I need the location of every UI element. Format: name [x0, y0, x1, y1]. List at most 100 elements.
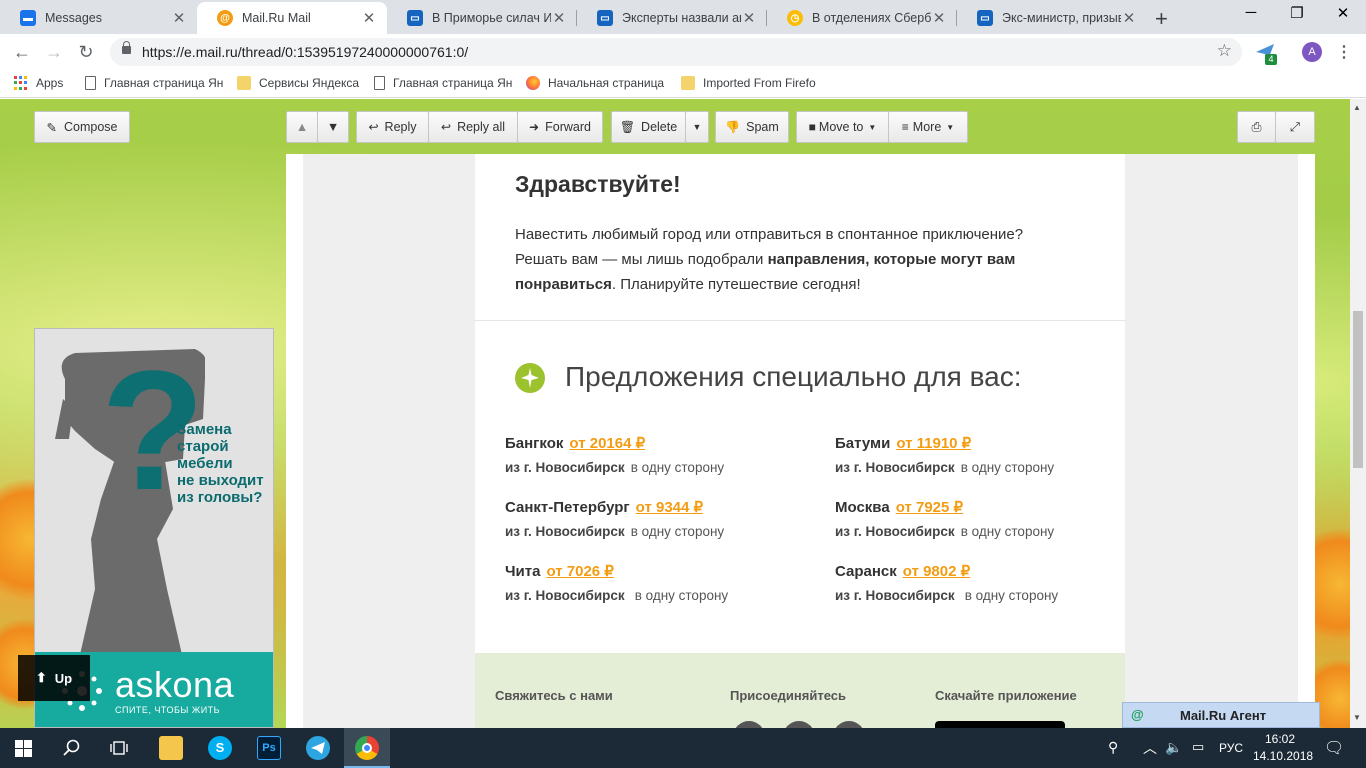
bookmark-star-icon[interactable]: ☆ [1217, 41, 1232, 61]
reply-all-label: Reply all [457, 120, 505, 134]
restore-icon[interactable]: ❐ [1274, 4, 1320, 28]
chevron-down-icon: ▼ [946, 122, 955, 132]
close-tab-icon[interactable]: ✕ [741, 9, 757, 27]
bookmark-label: Начальная страница [548, 76, 665, 90]
tab-ex-minister-news[interactable]: ▭ Экс-министр, призыва ✕ [957, 2, 1147, 34]
back-icon[interactable]: ← [10, 40, 34, 64]
bookmark-label: Imported From Firefo [703, 76, 816, 90]
scroll-down-arrow-icon[interactable]: ▼ [1353, 713, 1361, 722]
folder-icon [237, 76, 251, 90]
close-tab-icon[interactable]: ✕ [551, 9, 567, 27]
bookmark-yandex-services[interactable]: Сервисы Яндекса [237, 76, 359, 90]
offer-price-link[interactable]: от 20164 ₽ [569, 435, 645, 452]
close-tab-icon[interactable]: ✕ [931, 9, 947, 27]
network-icon[interactable]: ▭ [1192, 739, 1204, 755]
tab-messages[interactable]: ▬ Messages ✕ [0, 2, 197, 34]
move-to-label: Move to [818, 120, 864, 134]
app-store-badge[interactable] [935, 721, 1065, 728]
more-button[interactable]: ≡ More ▼ [888, 111, 968, 143]
telegram-icon[interactable] [306, 736, 330, 760]
news-icon: ▭ [977, 10, 993, 26]
bookmark-label: Apps [36, 76, 64, 90]
tab-title: В отделениях Сбербан [812, 11, 931, 25]
offer-price-link[interactable]: от 11910 ₽ [896, 435, 971, 452]
photoshop-icon[interactable]: Ps [257, 736, 281, 760]
print-button[interactable]: ⎙ [1237, 111, 1276, 143]
folder-icon: ■ [808, 120, 816, 134]
reply-all-button[interactable]: ↩ Reply all [428, 111, 518, 143]
close-window-icon[interactable]: ✕ [1320, 4, 1366, 28]
close-tab-icon[interactable]: ✕ [361, 9, 377, 27]
mailru-agent-bar[interactable]: @ Mail.Ru Агент [1122, 702, 1320, 728]
compose-button[interactable]: ✎ Compose [34, 111, 130, 143]
skype-icon[interactable]: S [208, 736, 232, 760]
bookmark-yandex-home-2[interactable]: Главная страница Ян [374, 76, 512, 90]
task-view-icon[interactable] [110, 739, 128, 757]
clock-date[interactable]: 14.10.2018 [1253, 749, 1313, 763]
clock-time[interactable]: 16:02 [1265, 732, 1295, 746]
url-text[interactable]: https://e.mail.ru/thread/0:1539519724000… [142, 44, 468, 60]
reload-icon[interactable]: ↻ [74, 40, 98, 64]
search-icon[interactable] [63, 739, 81, 757]
forward-icon[interactable]: → [42, 40, 66, 64]
ad-text-line: не выходит [177, 472, 264, 489]
close-tab-icon[interactable]: ✕ [171, 9, 187, 27]
bookmark-yandex-home[interactable]: Главная страница Ян [85, 76, 223, 90]
file-explorer-icon[interactable] [159, 736, 183, 760]
expand-button[interactable]: ⤢ [1275, 111, 1315, 143]
offer-price-link[interactable]: от 9802 ₽ [903, 563, 970, 580]
reply-label: Reply [384, 120, 417, 134]
delete-button[interactable]: 🗑 Delete [611, 111, 686, 143]
avatar[interactable]: A [1302, 42, 1322, 62]
chrome-icon[interactable] [355, 736, 379, 760]
bookmark-start-page[interactable]: Начальная страница [526, 76, 664, 90]
page-scrollbar[interactable]: ▲ ▼ [1350, 99, 1366, 728]
offer-price-link[interactable]: от 7925 ₽ [896, 499, 963, 516]
minimize-icon[interactable]: ─ [1228, 4, 1274, 28]
bookmark-imported-firefox[interactable]: Imported From Firefo [681, 76, 816, 90]
offer-city: Москва [835, 499, 890, 516]
social-icon[interactable] [833, 721, 865, 728]
offer-direction: в одну сторону [630, 460, 725, 475]
delete-dropdown-button[interactable]: ▼ [685, 111, 709, 143]
address-bar[interactable]: https://e.mail.ru/thread/0:1539519724000… [110, 38, 1242, 66]
volume-icon[interactable]: 🔈 [1165, 739, 1182, 756]
tab-experts-news[interactable]: ▭ Эксперты назвали авто ✕ [577, 2, 767, 34]
offer-direction: в одну сторону [964, 588, 1059, 603]
windows-start-icon[interactable] [15, 740, 32, 757]
new-tab-button[interactable]: + [1155, 6, 1168, 32]
keyboard-language[interactable]: РУС [1219, 741, 1243, 755]
offer-price-link[interactable]: от 9344 ₽ [636, 499, 703, 516]
compose-label: Compose [63, 120, 118, 134]
next-message-button[interactable]: ▼ [317, 111, 349, 143]
notifications-icon[interactable]: 🗨 [1324, 738, 1344, 758]
tab-primorye-news[interactable]: ▭ В Приморье силач Ива ✕ [387, 2, 577, 34]
agent-label: Mail.Ru Агент [1180, 708, 1267, 723]
ad-text-line: старой [177, 438, 229, 455]
scroll-up-button[interactable]: ⬆ Up [18, 655, 90, 701]
offer-item: Саранск от 9802 ₽ из г. Новосибирск в одну… [835, 562, 1058, 603]
move-to-button[interactable]: ■ Move to ▼ [796, 111, 889, 143]
spam-button[interactable]: 👎 Spam [715, 111, 789, 143]
social-icon[interactable] [733, 721, 765, 728]
browser-toolbar: ← → ↻ https://e.mail.ru/thread/0:1539519… [0, 34, 1366, 70]
close-tab-icon[interactable]: ✕ [1121, 9, 1137, 27]
show-hidden-icons-chevron-icon[interactable]: ︿ [1143, 738, 1157, 758]
reply-button[interactable]: ↩ Reply [356, 111, 429, 143]
scroll-up-arrow-icon[interactable]: ▲ [1353, 103, 1361, 112]
people-icon[interactable]: ⚲ [1108, 739, 1118, 756]
social-icon[interactable] [783, 721, 815, 728]
tab-mailru-mail[interactable]: @ Mail.Ru Mail ✕ [197, 2, 387, 34]
page-icon [374, 76, 385, 90]
previous-message-button[interactable]: ▲ [286, 111, 318, 143]
tab-sberbank-news[interactable]: ◷ В отделениях Сбербан ✕ [767, 2, 957, 34]
forward-button[interactable]: ➜ Forward [517, 111, 603, 143]
offer-origin: из г. Новосибирск [505, 588, 625, 603]
offer-item: Санкт-Петербург от 9344 ₽ из г. Новосибир… [505, 498, 724, 539]
browser-menu-icon[interactable]: ⋮ [1336, 42, 1352, 62]
printer-icon: ⎙ [1251, 119, 1262, 134]
extension-badge: 4 [1265, 54, 1277, 65]
offer-price-link[interactable]: от 7026 ₽ [546, 563, 613, 580]
scrollbar-thumb[interactable] [1353, 311, 1363, 468]
bookmark-apps[interactable]: Apps [14, 76, 63, 90]
